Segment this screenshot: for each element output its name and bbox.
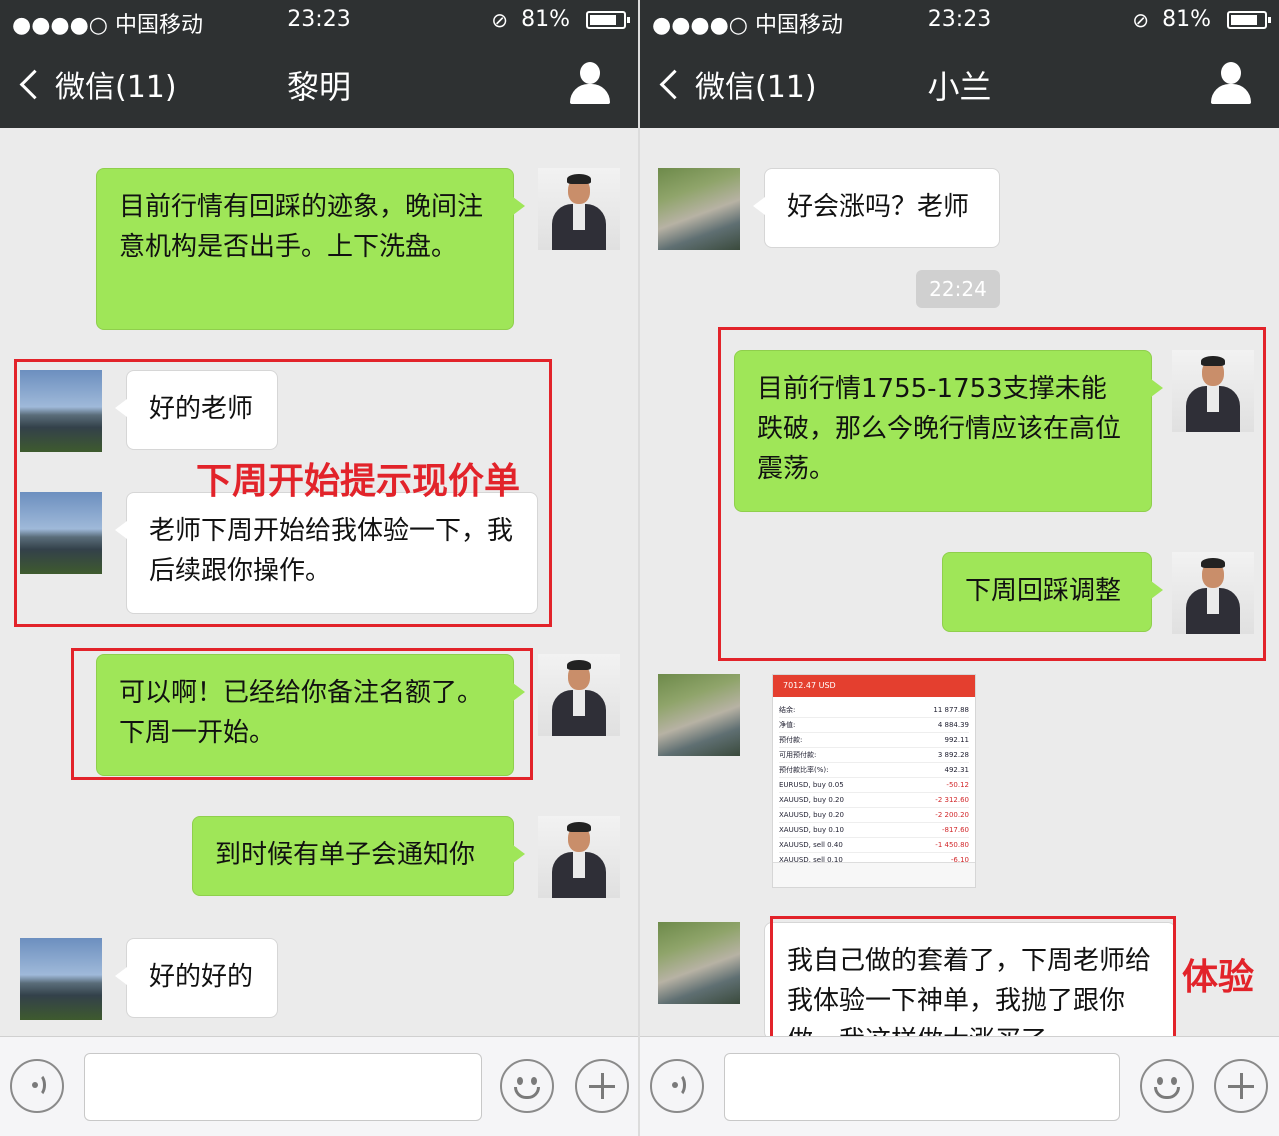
list-item: 净值: 4 884.39: [779, 718, 969, 733]
message-bubble[interactable]: 好的好的: [115, 938, 278, 1018]
list-item: XAUUSD, sell 0.40 -1 450.80: [779, 838, 969, 853]
input-bar: [640, 1036, 1279, 1136]
avatar-teacher[interactable]: [538, 168, 620, 250]
annotation-box: [718, 327, 1266, 661]
list-item: XAUUSD, buy 0.20 -2 312.60: [779, 793, 969, 808]
battery-icon: [1227, 11, 1271, 29]
status-bar: ●●●●○ 中国移动 23:23 ⊘ 81%: [0, 0, 638, 40]
rotation-lock-icon: ⊘: [1132, 8, 1149, 32]
list-item: EURUSD, buy 0.05 -50.12: [779, 778, 969, 793]
rotation-lock-icon: ⊘: [491, 8, 508, 32]
avatar-user[interactable]: [658, 674, 740, 756]
chat-title: 小兰: [927, 68, 992, 106]
message-bubble[interactable]: 好会涨吗？老师: [753, 168, 1000, 248]
chat-panel-left: ●●●●○ 中国移动 23:23 ⊘ 81% 微信(11) 黎明 目前行情有回踩…: [0, 0, 638, 1136]
avatar-teacher[interactable]: [538, 816, 620, 898]
more-button[interactable]: [1214, 1059, 1268, 1113]
battery-icon: [586, 11, 630, 29]
screenshot-rows: 结余: 11 877.88 净值: 4 884.39 预付款: 992.11 可用预付…: [779, 703, 969, 868]
nav-bar: 微信(11) 黎明: [0, 40, 638, 128]
annotation-label: 体验: [1182, 957, 1255, 998]
image-message[interactable]: 7012.47 USD 结余: 11 877.88 净值: 4 884.39 预付款…: [772, 674, 976, 888]
timestamp: 22:24: [916, 270, 1000, 308]
annotation-label: 下周开始提示现价单: [196, 461, 521, 502]
voice-button[interactable]: [650, 1059, 704, 1113]
screenshot-toolbar: [773, 862, 975, 887]
list-item: 可用预付款: 3 892.28: [779, 748, 969, 763]
annotation-box: [71, 648, 533, 780]
battery-percent: 81%: [1162, 7, 1211, 32]
avatar-teacher[interactable]: [538, 654, 620, 736]
more-button[interactable]: [575, 1059, 629, 1113]
chat-title: 黎明: [286, 68, 351, 106]
emoji-button[interactable]: [1140, 1059, 1194, 1113]
contact-info-icon[interactable]: [570, 62, 610, 106]
list-item: 预付款比率(%): 492.31: [779, 763, 969, 778]
avatar-user[interactable]: [658, 922, 740, 1004]
list-item: XAUUSD, buy 0.20 -2 200.20: [779, 808, 969, 823]
list-item: 结余: 11 877.88: [779, 703, 969, 718]
nav-bar: 微信(11) 小兰: [640, 40, 1279, 128]
annotation-box: [770, 916, 1176, 1050]
battery-percent: 81%: [521, 7, 570, 32]
contact-info-icon[interactable]: [1211, 62, 1251, 106]
message-input[interactable]: [724, 1053, 1120, 1121]
list-item: 预付款: 992.11: [779, 733, 969, 748]
voice-button[interactable]: [10, 1059, 64, 1113]
chat-panel-right: ●●●●○ 中国移动 23:23 ⊘ 81% 微信(11) 小兰 好会涨吗？老师…: [640, 0, 1279, 1136]
list-item: XAUUSD, buy 0.10 -817.60: [779, 823, 969, 838]
avatar-user[interactable]: [20, 938, 102, 1020]
message-input[interactable]: [84, 1053, 482, 1121]
input-bar: [0, 1036, 638, 1136]
avatar-user[interactable]: [658, 168, 740, 250]
message-bubble[interactable]: 目前行情有回踩的迹象，晚间注意机构是否出手。上下洗盘。: [96, 168, 525, 330]
screenshot-header: 7012.47 USD: [773, 675, 975, 697]
emoji-button[interactable]: [500, 1059, 554, 1113]
message-bubble[interactable]: 到时候有单子会通知你: [192, 816, 525, 896]
status-bar: ●●●●○ 中国移动 23:23 ⊘ 81%: [640, 0, 1279, 40]
